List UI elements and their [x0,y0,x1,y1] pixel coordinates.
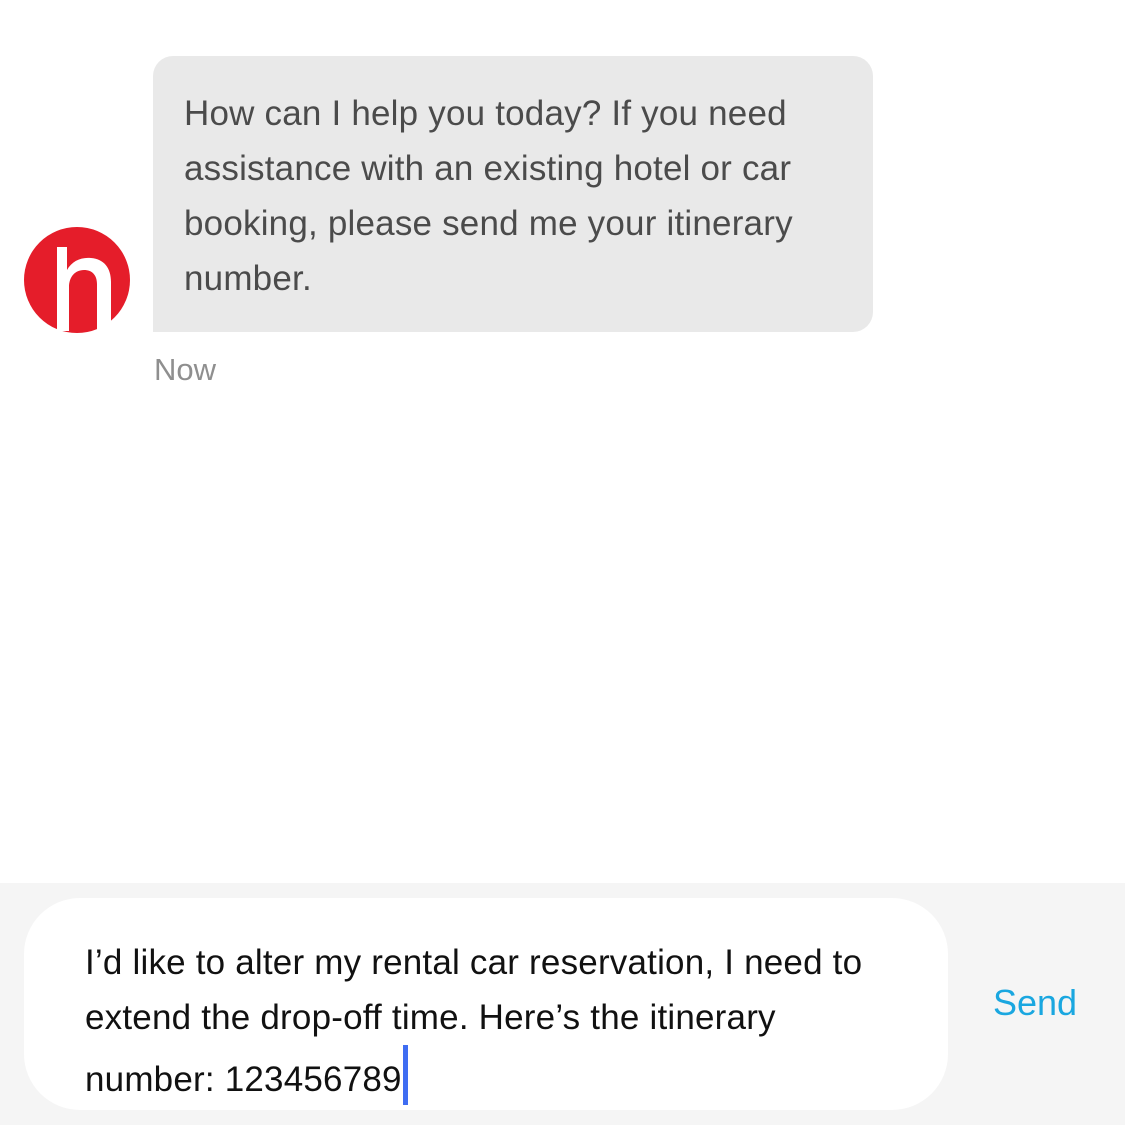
message-row: How can I help you today? If you need as… [0,0,1125,420]
chat-screen: How can I help you today? If you need as… [0,0,1125,1125]
message-input-text: I’d like to alter my rental car reservat… [85,943,863,1099]
message-timestamp: Now [154,352,217,387]
text-cursor [402,1045,408,1105]
send-button[interactable]: Send [993,981,1077,1025]
message-input[interactable]: I’d like to alter my rental car reservat… [24,898,948,1110]
message-composer: I’d like to alter my rental car reservat… [0,883,1125,1125]
agent-message-bubble: How can I help you today? If you need as… [153,56,873,332]
hotels-h-logo-icon [24,227,130,333]
agent-message-text: How can I help you today? If you need as… [184,94,793,298]
